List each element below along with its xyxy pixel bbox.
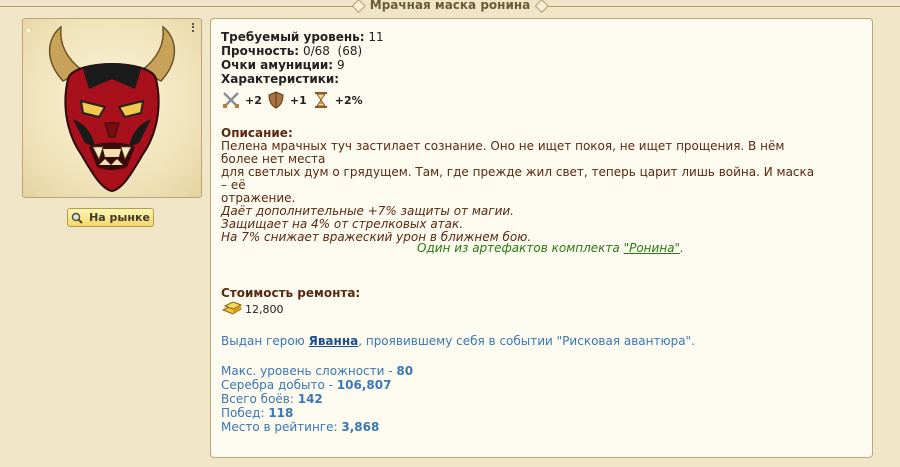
market-button-label: На рынке (89, 211, 150, 224)
set-text-end: . (680, 241, 684, 255)
description-line: для светлых дум о грядущем. Там, где пре… (221, 165, 815, 192)
mask-image (48, 25, 176, 193)
shield-icon (268, 91, 284, 109)
description-text: Пелена мрачных туч застилает сознание. О… (221, 140, 821, 244)
magnifier-icon (71, 212, 83, 224)
char-value-defense: +1 (289, 93, 307, 107)
stat-label: Макс. уровень сложности - (221, 364, 397, 378)
stat-label: Всего боёв: (221, 392, 298, 406)
stat-total-battles: Всего боёв: 142 (221, 392, 323, 406)
item-info-panel: Требуемый уровень: 11 Прочность: 0/68 (6… (210, 18, 873, 458)
item-image-frame (22, 18, 202, 198)
description-line: Пелена мрачных туч застилает сознание. О… (221, 139, 785, 166)
issued-event-text: , проявившему себя в событии "Рисковая а… (358, 334, 695, 348)
set-text: Один из артефактов комплекта (417, 241, 624, 255)
stat-value: 142 (297, 392, 323, 406)
description-label: Описание: (221, 126, 293, 140)
hourglass-icon (314, 92, 327, 108)
durability-value: 0/68 (68) (302, 44, 363, 58)
durability-label: Прочность: (221, 44, 300, 58)
stat-rating-place: Место в рейтинге: 3,868 (221, 420, 379, 434)
stat-victories: Побед: 118 (221, 406, 293, 420)
market-button[interactable]: На рынке (67, 208, 154, 227)
set-info: Один из артефактов комплекта "Ронина". (417, 241, 684, 255)
stat-max-difficulty: Макс. уровень сложности - 80 (221, 364, 413, 378)
hero-link[interactable]: Яванна (309, 334, 359, 348)
swords-icon (223, 92, 239, 108)
issued-to-hero: Выдан герою Яванна, проявившему себя в с… (221, 334, 695, 348)
stat-label: Место в рейтинге: (221, 420, 342, 434)
ammo-label: Очки амуниции: (221, 58, 334, 72)
char-value-initiative: +2% (334, 93, 363, 107)
required-level-row: Требуемый уровень: 11 (221, 30, 384, 44)
characteristics-label: Характеристики: (221, 72, 340, 86)
issued-text: Выдан герою (221, 334, 309, 348)
gold-icon (221, 301, 243, 315)
page-title: Мрачная маска ронина (355, 0, 545, 12)
stat-label: Серебра добыто - (221, 378, 337, 392)
title-bar: Мрачная маска ронина (0, 0, 900, 14)
required-level-label: Требуемый уровень: (221, 30, 365, 44)
repair-cost-value: 12,800 (245, 303, 284, 316)
required-level-value: 11 (368, 30, 384, 44)
stat-value: 3,868 (341, 420, 380, 434)
characteristics-list: +2 +1 +2% (221, 89, 363, 111)
durability-row: Прочность: 0/68 (68) (221, 44, 362, 58)
stat-label: Побед: (221, 406, 269, 420)
ammo-row: Очки амуниции: 9 (221, 58, 345, 72)
stat-value: 118 (268, 406, 294, 420)
char-value-attack: +2 (245, 93, 262, 107)
stat-value: 80 (396, 364, 414, 378)
ammo-value: 9 (336, 58, 345, 72)
stat-value: 106,807 (336, 378, 392, 392)
stat-silver-earned: Серебра добыто - 106,807 (221, 378, 391, 392)
set-link[interactable]: "Ронина" (624, 241, 680, 255)
